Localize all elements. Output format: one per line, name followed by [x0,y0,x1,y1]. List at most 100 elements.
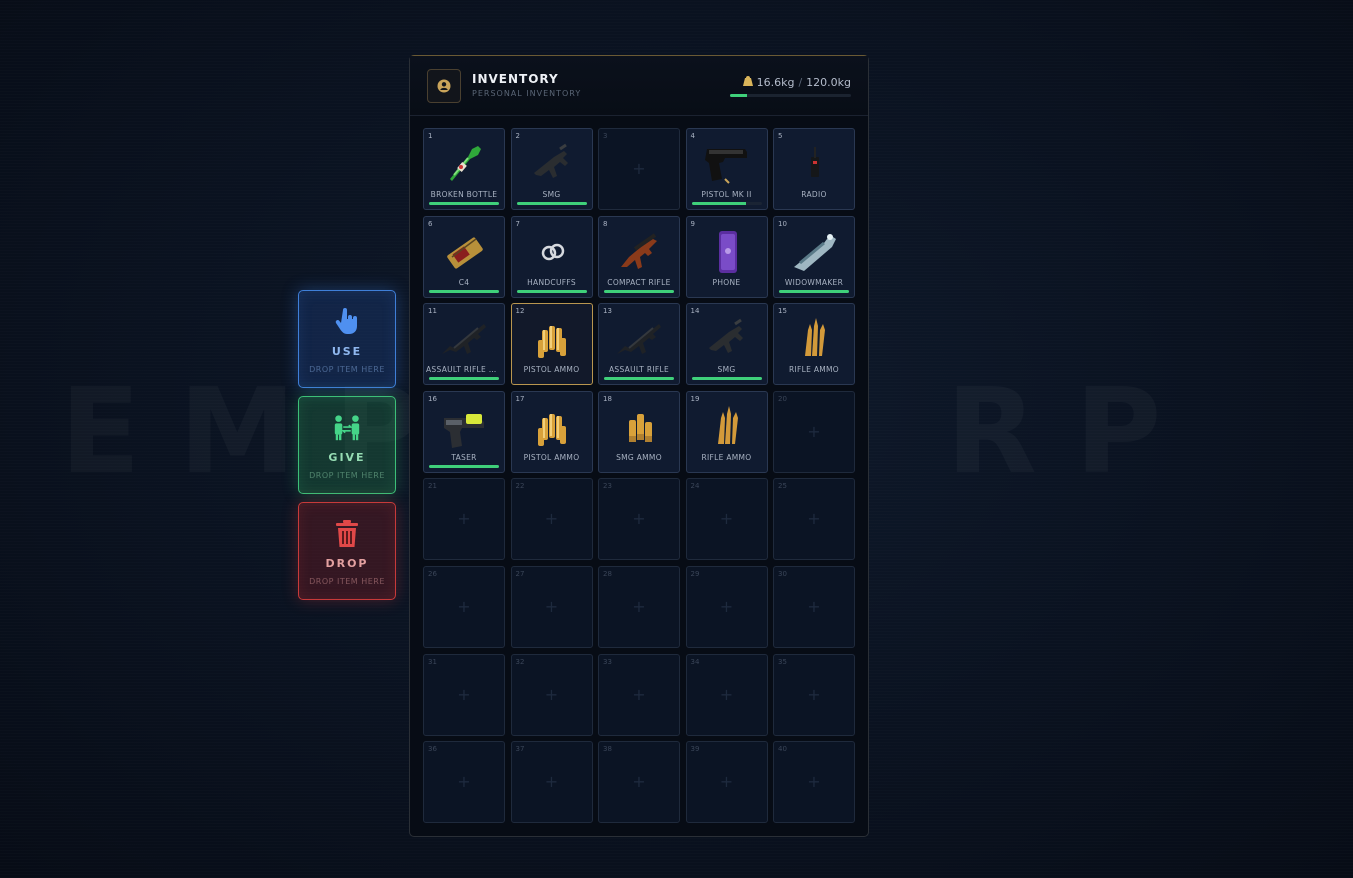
plus-icon: + [719,509,734,529]
item-name: PISTOL AMMO [523,452,580,462]
inventory-slot[interactable]: 14 SMG [685,303,768,386]
smg-icon [528,139,578,189]
inventory-slot[interactable]: 9 PHONE [685,215,768,298]
plus-icon: + [632,509,646,529]
item-name: SMG [542,190,561,199]
item-name: ASSAULT RIFLE [608,365,670,375]
weight-bar [730,94,851,97]
slot-number: 6 [428,219,433,228]
slot-number: 38 [603,745,612,754]
taser-icon [440,402,490,452]
empty-slot[interactable]: 37 + [510,741,593,824]
phone-icon [703,227,753,277]
smg-icon [703,314,753,364]
rifleammo-icon [703,402,753,452]
empty-slot[interactable]: 27 + [510,565,593,648]
empty-slot[interactable]: 26 + [423,565,505,648]
drop-hint: DROP ITEM HERE [309,577,385,586]
inventory-slot[interactable]: 12 PISTOL AMMO [510,303,593,386]
durability-fill [604,289,674,293]
durability-fill [429,289,499,293]
slot-number: 13 [603,307,612,316]
durability-fill [516,289,587,293]
inventory-slot[interactable]: 6 C4 [423,215,505,298]
empty-slot[interactable]: 20 + [773,390,855,473]
inventory-slot[interactable]: 19 RIFLE AMMO [685,390,768,473]
empty-slot[interactable]: 3 + [598,128,680,210]
durability-bar [779,289,849,293]
handcuffs-icon [528,227,578,277]
empty-slot[interactable]: 32 + [510,653,593,736]
item-name: ASSAULT RIFLE M... [426,365,502,375]
empty-slot[interactable]: 33 + [598,653,680,736]
durability-bar [691,377,762,381]
empty-slot[interactable]: 22 + [510,478,593,561]
empty-slot[interactable]: 24 + [685,478,768,561]
weight-icon [742,75,753,89]
slot-number: 3 [603,132,608,140]
inventory-slot[interactable]: 5 RADIO [773,128,855,210]
durability-bar [604,377,674,381]
inventory-slot[interactable]: 7 HANDCUFFS [510,215,593,298]
empty-slot[interactable]: 35 + [773,653,855,736]
plus-icon: + [719,596,734,616]
empty-slot[interactable]: 28 + [598,565,680,648]
give-dropzone[interactable]: GIVE DROP ITEM HERE [298,396,396,494]
inventory-slot[interactable]: 16 TASER [423,390,505,473]
empty-slot[interactable]: 31 + [423,653,505,736]
inventory-slot[interactable]: 18 SMG AMMO [598,390,680,473]
durability-fill [516,202,587,205]
durability-fill [429,202,499,205]
inventory-subtitle: PERSONAL INVENTORY [472,89,582,98]
empty-slot[interactable]: 40 + [773,741,855,824]
plus-icon: + [807,421,821,441]
item-name: COMPACT RIFLE [607,277,671,287]
empty-slot[interactable]: 30 + [773,565,855,648]
plus-icon: + [632,772,646,792]
slot-number: 7 [515,219,520,228]
pointer-hand-icon [332,307,362,337]
item-name: WIDOWMAKER [784,277,844,287]
empty-slot[interactable]: 25 + [773,478,855,561]
empty-slot[interactable]: 36 + [423,741,505,824]
slot-number: 34 [690,657,700,666]
plus-icon: + [807,596,821,616]
drop-dropzone[interactable]: DROP DROP ITEM HERE [298,502,396,600]
weight-separator: / [798,75,803,89]
slot-number: 1 [428,132,433,140]
slot-number: 26 [428,569,437,578]
inventory-slot[interactable]: 17 PISTOL AMMO [510,390,593,473]
durability-fill [691,202,747,205]
item-name: PHONE [712,277,741,287]
weight-bar-fill [730,94,747,97]
empty-slot[interactable]: 34 + [685,653,768,736]
empty-slot[interactable]: 21 + [423,478,505,561]
use-dropzone[interactable]: USE DROP ITEM HERE [298,290,396,388]
inventory-slot[interactable]: 13 ASSAULT RIFLE [598,303,680,386]
empty-slot[interactable]: 38 + [598,741,680,824]
inventory-slot[interactable]: 4 PISTOL MK II [685,128,768,210]
durability-bar [516,202,587,205]
slot-number: 24 [690,482,700,491]
empty-slot[interactable]: 23 + [598,478,680,561]
inventory-slot[interactable]: 11 ASSAULT RIFLE M... [423,303,505,386]
empty-slot[interactable]: 29 + [685,565,768,648]
plus-icon: + [807,509,821,529]
inventory-slot[interactable]: 1 BROKEN BOTTLE [423,128,505,210]
inventory-slot[interactable]: 8 COMPACT RIFLE [598,215,680,298]
slot-number: 4 [690,132,695,140]
give-hint: DROP ITEM HERE [309,471,385,480]
inventory-slot[interactable]: 15 RIFLE AMMO [773,303,855,386]
plus-icon: + [457,509,471,529]
plus-icon: + [544,684,559,704]
inventory-slot[interactable]: 2 SMG [510,128,593,210]
empty-slot[interactable]: 39 + [685,741,768,824]
slot-number: 15 [778,307,787,316]
slot-number: 5 [778,132,783,140]
durability-fill [604,377,674,381]
inventory-slot[interactable]: 10 WIDOWMAKER [773,215,855,298]
item-name: HANDCUFFS [527,277,576,287]
user-avatar-icon [427,69,461,103]
plus-icon: + [544,596,559,616]
item-name: BROKEN BOTTLE [430,190,498,199]
